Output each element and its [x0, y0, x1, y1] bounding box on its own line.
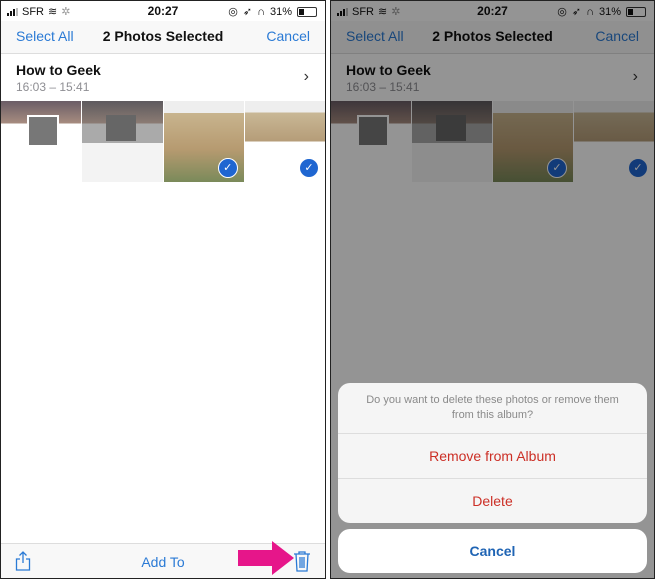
trash-icon[interactable]	[293, 550, 311, 572]
chevron-right-icon: ›	[303, 68, 309, 85]
cancel-button[interactable]: Cancel	[266, 28, 310, 44]
status-bar: SFR ≋ ✲ 20:27 ◎ ➶ ∩ 31%	[1, 1, 325, 21]
photos-select-screen: SFR ≋ ✲ 20:27 ◎ ➶ ∩ 31% Select All 2 Pho…	[0, 0, 326, 579]
checkmark-icon: ✓	[299, 158, 319, 178]
photo-grid: ✓ ✓	[1, 101, 325, 182]
annotation-arrow-icon	[238, 541, 294, 575]
album-time-range: 16:03 – 15:41	[16, 80, 90, 94]
checkmark-icon: ✓	[217, 158, 238, 178]
photo-thumbnail[interactable]: ✓	[163, 101, 244, 182]
album-name: How to Geek	[16, 62, 101, 78]
action-sheet: Do you want to delete these photos or re…	[338, 383, 647, 523]
battery-icon	[297, 6, 317, 17]
delete-confirmation-screen: SFR ≋ ✲ 20:27 ◎ ➶ ∩ 31% Select All 2 Pho…	[330, 0, 655, 579]
photo-thumbnail[interactable]: ✓	[244, 101, 325, 182]
location-icon: ➶	[242, 6, 253, 18]
photo-thumbnail[interactable]	[82, 101, 163, 182]
navigation-bar: Select All 2 Photos Selected Cancel	[1, 21, 325, 54]
album-header[interactable]: How to Geek 16:03 – 15:41 ›	[1, 54, 325, 100]
battery-percent: 31%	[269, 5, 292, 18]
rotation-lock-icon: ◎	[228, 6, 238, 18]
action-sheet-cancel-button[interactable]: Cancel	[338, 529, 647, 573]
remove-from-album-button[interactable]: Remove from Album	[338, 434, 647, 478]
action-sheet-message: Do you want to delete these photos or re…	[338, 383, 647, 434]
headphones-icon: ∩	[257, 5, 265, 18]
photo-thumbnail[interactable]	[1, 101, 82, 182]
delete-button[interactable]: Delete	[338, 478, 647, 523]
